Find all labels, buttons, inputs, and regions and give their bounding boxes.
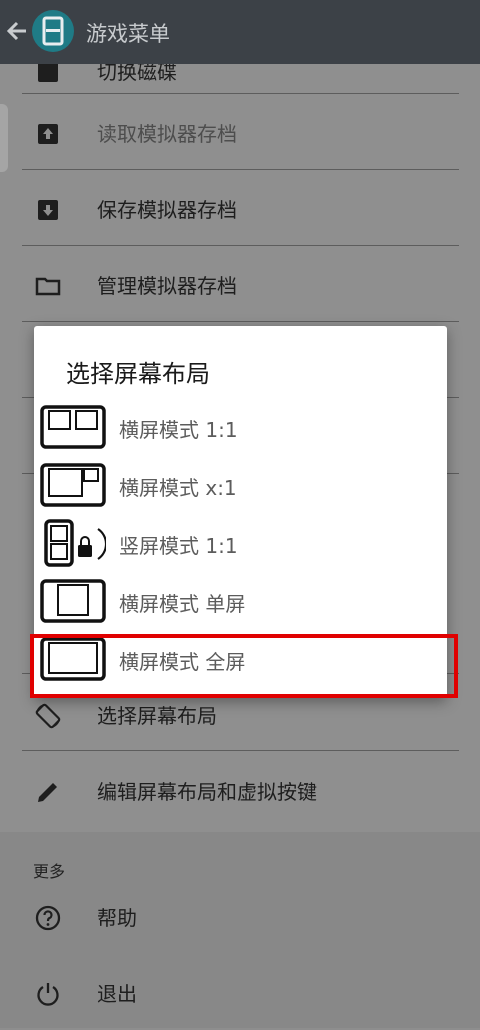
layout-option-portrait-1-1[interactable]: 竖屏模式 1:1 <box>34 514 447 572</box>
portrait-locked-layout-icon <box>44 519 106 567</box>
layout-option-landscape-1-1[interactable]: 横屏模式 1:1 <box>34 398 447 456</box>
menu-item-load-state[interactable]: 读取模拟器存档 <box>0 94 480 170</box>
menu-item-help[interactable]: 帮助 <box>0 878 480 954</box>
menu-item-save-state[interactable]: 保存模拟器存档 <box>0 170 480 246</box>
save-state-icon <box>38 200 58 220</box>
landscape-single-layout-icon <box>40 579 106 623</box>
layout-option-landscape-x-1[interactable]: 横屏模式 x:1 <box>34 456 447 514</box>
layout-option-landscape-fullscreen[interactable]: 横屏模式 全屏 <box>34 630 447 688</box>
menu-item-exit[interactable]: 退出 <box>0 954 480 1030</box>
more-section: 更多 帮助 退出 <box>0 832 480 1028</box>
app-logo-icon <box>32 10 74 52</box>
dialog-title: 选择屏幕布局 <box>66 360 210 388</box>
back-arrow-icon[interactable] <box>4 16 30 46</box>
pencil-icon <box>38 783 57 802</box>
layout-option-landscape-single[interactable]: 横屏模式 单屏 <box>34 572 447 630</box>
screen-rotation-icon <box>35 703 61 729</box>
landscape-x-1-layout-icon <box>40 463 106 507</box>
power-icon <box>37 983 59 1006</box>
page-title: 游戏菜单 <box>86 22 170 46</box>
help-icon <box>35 905 61 931</box>
select-layout-dialog: 选择屏幕布局 横屏模式 1:1 横屏模式 x:1 竖屏模式 1:1 横屏模式 单… <box>34 326 447 698</box>
landscape-1-1-layout-icon <box>40 405 106 449</box>
load-state-icon <box>38 124 58 144</box>
menu-item-edit-layout[interactable]: 编辑屏幕布局和虚拟按键 <box>0 752 480 828</box>
folder-icon <box>35 277 61 296</box>
menu-item-manage-states[interactable]: 管理模拟器存档 <box>0 246 480 322</box>
landscape-fullscreen-layout-icon <box>40 637 106 681</box>
app-header: 游戏菜单 <box>0 0 480 64</box>
divider <box>22 321 459 322</box>
divider <box>22 750 459 751</box>
